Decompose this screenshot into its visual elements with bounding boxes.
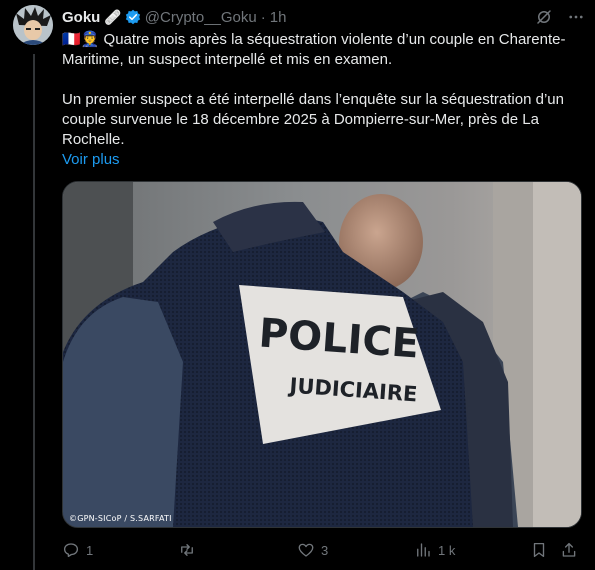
share-icon (562, 542, 576, 557)
verified-badge-icon (125, 9, 140, 25)
bandage-emoji: 🩹 (104, 8, 122, 25)
author-name[interactable]: Goku (62, 9, 100, 26)
author-handle[interactable]: @Crypto__Goku (145, 9, 257, 26)
heart-icon (298, 543, 314, 557)
post-image[interactable]: POLICE JUDICIAIRE ©GPN-SICoP / S.SARFATI (62, 181, 582, 528)
thread-line (33, 54, 35, 570)
views-button[interactable]: 1 k (414, 538, 455, 562)
action-bar: 1 3 1 k (62, 538, 582, 562)
police-photo: POLICE JUDICIAIRE (63, 182, 581, 527)
post-paragraph-1: 🇫🇷👮 Quatre mois après la séquestration v… (62, 30, 582, 70)
post-paragraph-2: Un premier suspect a été interpellé dans… (62, 91, 564, 148)
photo-credit: ©GPN-SICoP / S.SARFATI (69, 514, 172, 523)
like-button[interactable]: 3 (297, 538, 328, 562)
paragraph-1-text: Quatre mois après la séquestration viole… (62, 31, 566, 68)
separator-dot: · (260, 8, 266, 26)
grok-icon[interactable] (535, 8, 553, 26)
reply-icon (63, 543, 79, 558)
show-more-link[interactable]: Voir plus (62, 151, 120, 168)
reply-count: 1 (86, 542, 94, 558)
avatar[interactable] (13, 5, 53, 45)
repost-button[interactable] (178, 538, 202, 562)
views-chart-icon (417, 543, 430, 557)
flag-police-emoji: 🇫🇷👮 (62, 31, 100, 48)
repost-icon (181, 544, 193, 556)
view-count: 1 k (438, 542, 456, 558)
bookmark-button[interactable] (530, 538, 548, 562)
bookmark-icon (533, 542, 545, 558)
more-options-icon[interactable] (567, 8, 585, 26)
share-button[interactable] (560, 538, 578, 562)
header-actions (535, 6, 585, 28)
post-text: 🇫🇷👮 Quatre mois après la séquestration v… (62, 30, 582, 170)
avatar-image (13, 5, 53, 45)
reply-button[interactable]: 1 (62, 538, 93, 562)
post-time[interactable]: 1h (270, 9, 287, 26)
post-header: Goku 🩹 @Crypto__Goku · 1h (62, 6, 585, 28)
like-count: 3 (321, 542, 329, 558)
